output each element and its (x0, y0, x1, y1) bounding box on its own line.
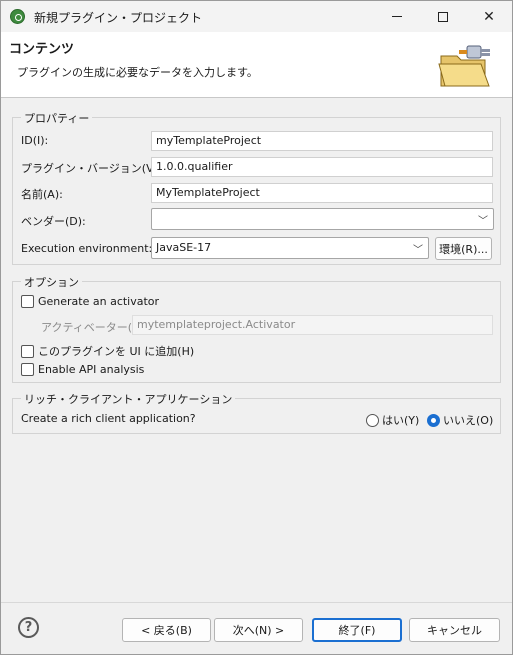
generate-activator-checkbox-row[interactable]: Generate an activator (21, 295, 159, 308)
activator-input: mytemplateproject.Activator (132, 315, 493, 335)
api-analysis-label: Enable API analysis (38, 363, 145, 376)
environments-button[interactable]: 環境(R)... (435, 237, 492, 260)
rcp-group-label: リッチ・クライアント・アプリケーション (21, 391, 236, 407)
rcp-yes-option[interactable]: はい(Y) (366, 412, 419, 428)
maximize-icon (438, 11, 448, 22)
eclipse-plugin-icon (10, 9, 25, 24)
rcp-no-label: いいえ(O) (443, 414, 494, 427)
rcp-yes-radio[interactable] (366, 413, 379, 427)
version-input[interactable]: 1.0.0.qualifier (151, 157, 493, 177)
properties-group-label: プロパティー (21, 110, 93, 126)
exec-env-label: Execution environment: (21, 242, 153, 255)
close-icon: ✕ (483, 8, 495, 25)
footer-separator (1, 602, 512, 603)
rcp-no-radio[interactable] (427, 413, 440, 427)
new-plugin-project-dialog: 新規プラグイン・プロジェクト ✕ コンテンツ プラグインの生成に必要なデータを入… (0, 0, 513, 655)
minimize-icon (392, 16, 402, 17)
api-analysis-checkbox-row[interactable]: Enable API analysis (21, 363, 144, 376)
api-analysis-checkbox[interactable] (21, 363, 34, 376)
back-button[interactable]: < 戻る(B) (122, 618, 211, 642)
id-label: ID(I): (21, 134, 49, 147)
rcp-no-option[interactable]: いいえ(O) (427, 412, 493, 428)
options-group-label: オプション (21, 274, 82, 290)
chevron-down-icon: ﹀ (413, 245, 423, 256)
version-label: プラグイン・バージョン(V): (21, 162, 162, 175)
wizard-banner: コンテンツ プラグインの生成に必要なデータを入力します。 (1, 32, 512, 98)
plugin-folder-wizard-icon (438, 45, 490, 87)
finish-button[interactable]: 終了(F) (312, 618, 402, 642)
page-title: コンテンツ (9, 42, 75, 57)
generate-activator-checkbox[interactable] (21, 295, 34, 308)
name-label: 名前(A): (21, 188, 63, 201)
cancel-button[interactable]: キャンセル (409, 618, 500, 642)
chevron-down-icon: ﹀ (478, 216, 488, 227)
exec-env-combo[interactable]: JavaSE-17 ﹀ (151, 237, 429, 259)
next-button[interactable]: 次へ(N) > (214, 618, 303, 642)
page-description: プラグインの生成に必要なデータを入力します。 (17, 66, 258, 79)
window-title: 新規プラグイン・プロジェクト (34, 11, 203, 25)
ui-contribution-label: このプラグインを UI に追加(H) (38, 345, 195, 358)
maximize-button[interactable] (420, 1, 466, 32)
name-input[interactable]: MyTemplateProject (151, 183, 493, 203)
close-button[interactable]: ✕ (466, 1, 512, 32)
rcp-yes-label: はい(Y) (382, 414, 420, 427)
id-input[interactable]: myTemplateProject (151, 131, 493, 151)
ui-contribution-checkbox[interactable] (21, 344, 34, 358)
rcp-question: Create a rich client application? (21, 412, 196, 425)
minimize-button[interactable] (374, 1, 420, 32)
generate-activator-label: Generate an activator (38, 295, 160, 308)
title-bar: 新規プラグイン・プロジェクト ✕ (1, 1, 512, 32)
activator-label: アクティベーター(T): (41, 321, 147, 334)
help-icon[interactable]: ? (18, 617, 39, 638)
vendor-label: ベンダー(D): (21, 215, 86, 228)
vendor-combo[interactable]: ﹀ (151, 208, 494, 230)
exec-env-value: JavaSE-17 (156, 241, 212, 254)
ui-contribution-checkbox-row[interactable]: このプラグインを UI に追加(H) (21, 343, 194, 359)
